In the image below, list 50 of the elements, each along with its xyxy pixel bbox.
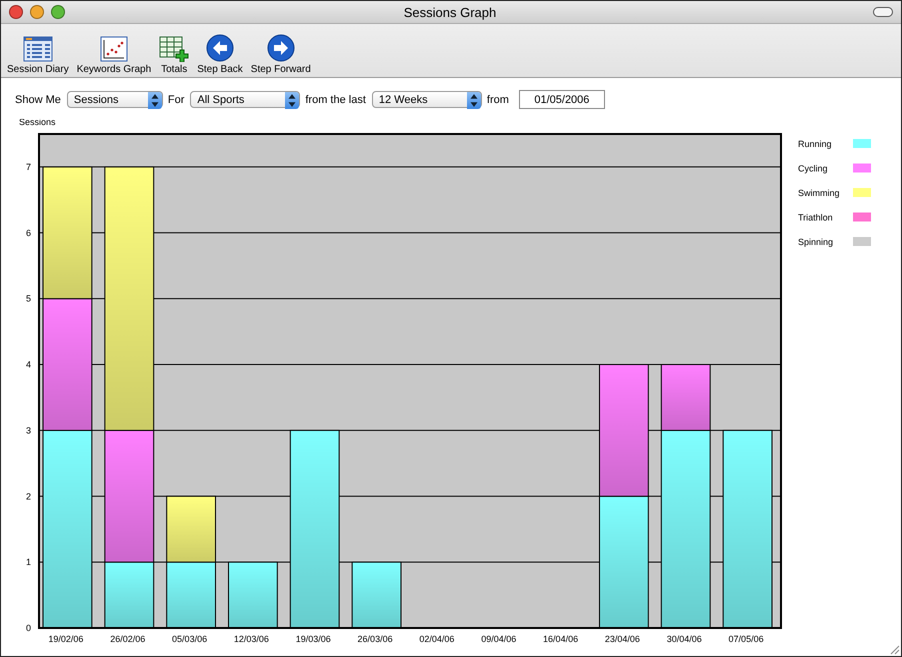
from-label: from — [486, 94, 509, 106]
stepper-icon — [285, 92, 300, 109]
legend-label: Swimming — [798, 188, 840, 198]
measure-dropdown[interactable]: Sessions — [66, 91, 163, 108]
x-tick-label: 05/03/06 — [172, 634, 208, 644]
legend-label: Cycling — [798, 164, 828, 174]
from-the-last-label: from the last — [305, 94, 366, 106]
stepper-icon — [466, 92, 481, 109]
toolbar-button[interactable]: Session Diary — [5, 28, 71, 75]
spreadsheet-add-icon — [159, 36, 190, 62]
zoom-button[interactable] — [51, 5, 65, 19]
table-icon — [22, 36, 53, 62]
x-tick-label: 19/03/06 — [296, 634, 331, 644]
y-tick-label: 2 — [26, 491, 31, 502]
period-dropdown[interactable]: 12 Weeks — [372, 91, 482, 108]
show-me-label: Show Me — [15, 94, 61, 106]
y-tick-label: 6 — [26, 228, 31, 238]
toolbar-toggle-button[interactable] — [873, 7, 893, 17]
x-tick-label: 19/02/06 — [48, 634, 84, 644]
x-tick-label: 09/04/06 — [481, 634, 516, 644]
x-tick-label: 12/03/06 — [234, 634, 269, 644]
toolbar-button[interactable]: Step Back — [195, 28, 245, 75]
x-tick-label: 30/04/06 — [666, 634, 702, 644]
minimize-button[interactable] — [30, 5, 44, 19]
legend-label: Running — [798, 139, 832, 149]
y-tick-label: 7 — [26, 162, 31, 172]
window-title: Sessions Graph — [404, 4, 496, 20]
y-tick-label: 5 — [26, 294, 31, 304]
date-field[interactable]: 01/05/2006 — [518, 90, 605, 109]
x-tick-label: 07/05/06 — [728, 634, 764, 644]
toolbar-button[interactable]: Keywords Graph — [74, 28, 154, 75]
x-tick-label: 26/03/06 — [358, 634, 393, 644]
sport-dropdown[interactable]: All Sports — [190, 91, 300, 108]
y-tick-label: 1 — [26, 557, 31, 568]
x-tick-label: 16/04/06 — [543, 634, 578, 644]
legend-label: Spinning — [798, 237, 834, 247]
y-tick-label: 0 — [26, 623, 31, 633]
stepper-icon — [148, 92, 162, 109]
toolbar-button[interactable]: Totals — [157, 28, 192, 75]
resize-grip-icon[interactable] — [888, 643, 900, 655]
x-tick-label: 23/04/06 — [604, 634, 640, 644]
legend-label: Triathlon — [798, 212, 833, 222]
for-label: For — [168, 94, 184, 106]
close-button[interactable] — [9, 5, 23, 19]
scatter-plot-icon — [100, 36, 128, 62]
y-tick-label: 4 — [26, 360, 31, 370]
x-tick-label: 02/04/06 — [419, 634, 454, 644]
x-tick-label: 26/02/06 — [110, 634, 146, 644]
toolbar-button[interactable]: Step Forward — [248, 28, 313, 75]
y-tick-label: 3 — [26, 425, 31, 436]
